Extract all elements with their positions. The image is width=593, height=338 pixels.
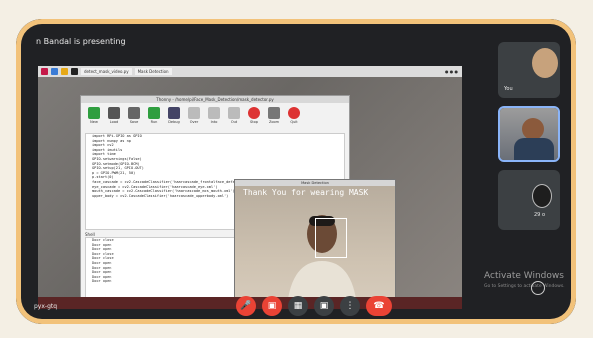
new-icon (88, 107, 100, 119)
zoom-icon (268, 107, 280, 119)
tool-label: Into (210, 120, 218, 124)
thonny-toolbar: New Load Save Run Debug Over Into Out Stop Zoom Qu… (81, 103, 349, 128)
tool-quit-button[interactable]: Quit (287, 107, 301, 124)
mask-message: Thank You for wearing MASK (243, 188, 369, 197)
tool-label: New (90, 120, 98, 124)
save-icon (128, 107, 140, 119)
activate-windows-title: Activate Windows (484, 271, 564, 281)
captions-icon[interactable]: ▦ (288, 296, 308, 316)
raspberry-taskbar: detect_mask_video.py Mask Detection ● ● … (38, 66, 462, 77)
tool-label: Run (150, 120, 158, 124)
participant-tile-active[interactable] (498, 106, 560, 162)
tool-label: Quit (290, 120, 298, 124)
participant-name: You (504, 86, 513, 92)
tool-load-button[interactable]: Load (107, 107, 121, 124)
debug-icon (168, 107, 180, 119)
participant-tile-others[interactable]: 29 o (498, 170, 560, 230)
mic-off-icon[interactable]: 🎤 (236, 296, 256, 316)
into-icon (208, 107, 220, 119)
activate-windows-subtitle: Go to Settings to activate Windows. (484, 284, 565, 289)
presenter-label: n Bandal is presenting (36, 37, 126, 46)
shared-screen: detect_mask_video.py Mask Detection ● ● … (38, 66, 462, 309)
tool-label: Out (230, 120, 238, 124)
folder-icon[interactable] (61, 68, 68, 75)
tool-stop-button[interactable]: Stop (247, 107, 261, 124)
tool-label: Load (109, 120, 119, 124)
call-controls: 🎤 ▣ ▦ ▣ ⋮ ☎ (236, 296, 392, 316)
tool-label: Debug (168, 120, 180, 124)
face-detection-box (315, 218, 347, 258)
meeting-code: pyx-gtq (34, 303, 58, 310)
avatar (532, 184, 552, 208)
tool-label: Zoom (268, 120, 280, 124)
camera-off-icon[interactable]: ▣ (262, 296, 282, 316)
tool-out-button[interactable]: Out (227, 107, 241, 124)
camera-window: Mask Detection Thank You for wearing MAS… (234, 179, 396, 309)
load-icon (108, 107, 120, 119)
out-icon (228, 107, 240, 119)
tool-label: Stop (250, 120, 258, 124)
tool-debug-button[interactable]: Debug (167, 107, 181, 124)
raspberry-icon[interactable] (41, 68, 48, 75)
participant-face (522, 118, 544, 140)
tool-label: Over (189, 120, 199, 124)
present-icon[interactable]: ▣ (314, 296, 334, 316)
participant-body (514, 138, 554, 160)
tool-save-button[interactable]: Save (127, 107, 141, 124)
desktop: Thonny - /home/pi/Face_Mask_Detection/ma… (38, 77, 462, 309)
tool-zoom-button[interactable]: Zoom (267, 107, 281, 124)
participant-video (532, 48, 558, 78)
thonny-title: Thonny - /home/pi/Face_Mask_Detection/ma… (81, 96, 349, 103)
clock-icon: ● ● ● (444, 69, 458, 74)
taskbar-item-thonny[interactable]: detect_mask_video.py (81, 68, 132, 75)
tool-into-button[interactable]: Into (207, 107, 221, 124)
browser-icon[interactable] (51, 68, 58, 75)
run-icon (148, 107, 160, 119)
participant-count: 29 o (534, 212, 546, 218)
terminal-icon[interactable] (71, 68, 78, 75)
tool-label: Save (129, 120, 139, 124)
stop-icon (248, 107, 260, 119)
participant-tile-you[interactable]: You (498, 42, 560, 98)
settings-icon[interactable] (531, 281, 545, 295)
tool-over-button[interactable]: Over (187, 107, 201, 124)
more-vert-icon[interactable]: ⋮ (340, 296, 360, 316)
quit-icon (288, 107, 300, 119)
tool-run-button[interactable]: Run (147, 107, 161, 124)
taskbar-item-camera[interactable]: Mask Detection (134, 68, 172, 75)
end-call-icon[interactable]: ☎ (366, 296, 392, 316)
tool-new-button[interactable]: New (87, 107, 101, 124)
over-icon (188, 107, 200, 119)
